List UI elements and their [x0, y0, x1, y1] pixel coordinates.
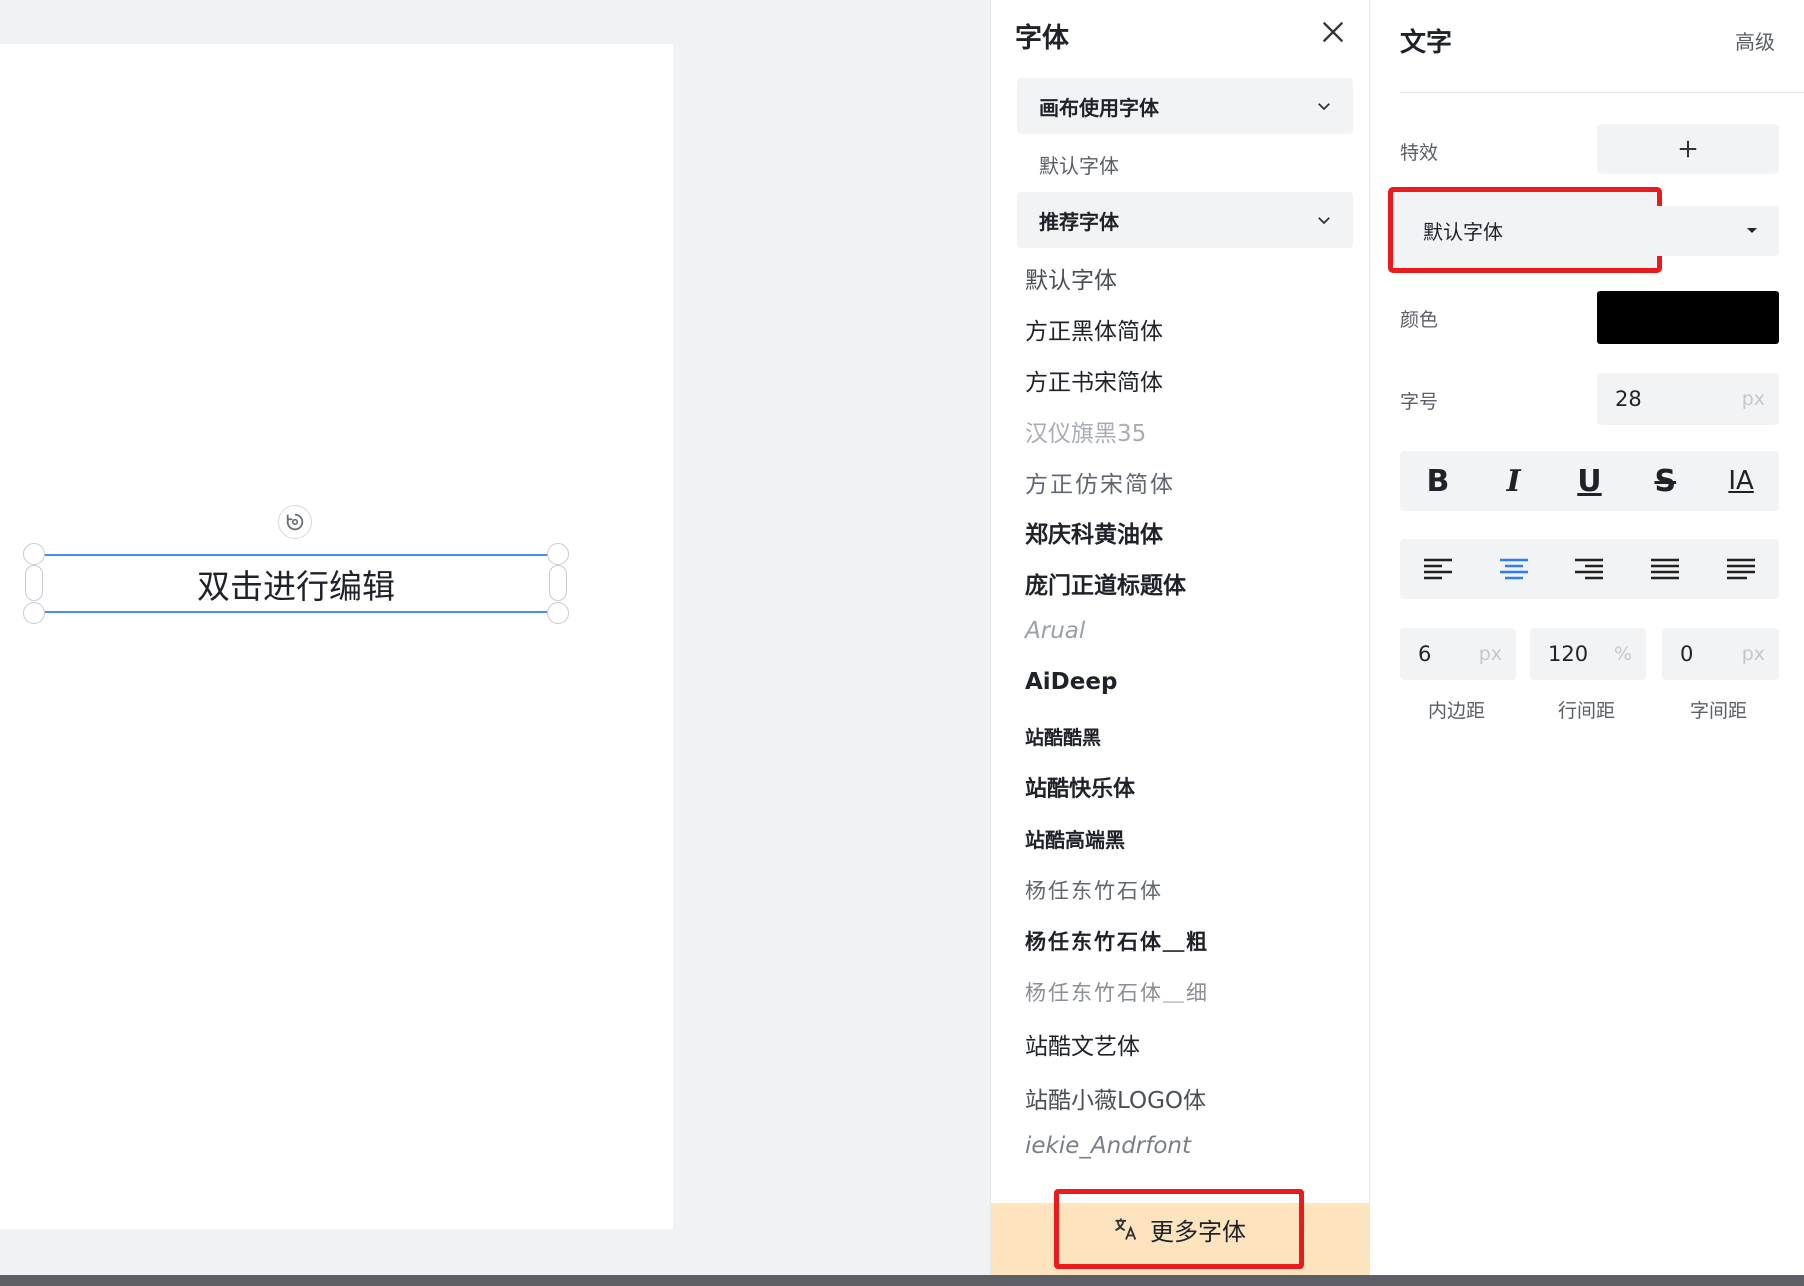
- padding-input[interactable]: 6 px: [1400, 628, 1516, 680]
- resize-handle-bottom-left[interactable]: [23, 602, 45, 624]
- font-item[interactable]: 站酷快乐体: [1025, 771, 1135, 803]
- font-item[interactable]: 杨任东竹石体＿粗: [1025, 926, 1209, 956]
- group-label: 推荐字体: [1039, 209, 1119, 234]
- text-property-panel: 文字 高级 特效 默认字体 颜色 字号 28 px B I U S IA 6 p…: [1370, 0, 1804, 1275]
- caret-down-icon: [1747, 228, 1757, 233]
- font-item[interactable]: 郑庆科黄油体: [1025, 515, 1163, 549]
- rotate-icon: [286, 513, 304, 531]
- align-distribute-button[interactable]: [1719, 547, 1763, 591]
- text-direction-icon: IA: [1728, 466, 1754, 496]
- font-item[interactable]: Arual: [1025, 618, 1085, 644]
- font-panel-title: 字体: [1015, 23, 1069, 54]
- canvas-area: 双击进行编辑: [0, 0, 990, 1275]
- group-recommended-fonts[interactable]: 推荐字体: [1017, 192, 1353, 248]
- font-item[interactable]: 默认字体: [1039, 150, 1119, 179]
- font-item[interactable]: 站酷小薇LOGO体: [1025, 1081, 1206, 1115]
- rotate-handle[interactable]: [278, 505, 312, 539]
- divider: [1400, 92, 1804, 93]
- chevron-down-icon: [1318, 103, 1330, 111]
- underline-button[interactable]: U: [1567, 459, 1611, 503]
- text-direction-button[interactable]: IA: [1719, 459, 1763, 503]
- selected-text-box[interactable]: 双击进行编辑: [34, 554, 558, 613]
- resize-handle-right[interactable]: [549, 565, 567, 601]
- line-height-unit: %: [1613, 643, 1632, 665]
- line-height-label: 行间距: [1558, 700, 1616, 722]
- align-justify-button[interactable]: [1643, 547, 1687, 591]
- font-item[interactable]: 杨任东竹石体＿细: [1025, 977, 1209, 1007]
- italic-icon: I: [1506, 463, 1521, 499]
- size-label: 字号: [1400, 391, 1439, 413]
- more-fonts-label: 更多字体: [1150, 1217, 1246, 1246]
- line-height-value: 120: [1548, 642, 1589, 666]
- font-item[interactable]: 庞门正道标题体: [1025, 566, 1186, 600]
- advanced-link[interactable]: 高级: [1735, 26, 1775, 55]
- font-item[interactable]: 汉仪旗黑35: [1025, 414, 1146, 448]
- group-label: 画布使用字体: [1039, 95, 1159, 120]
- font-size-input[interactable]: 28 px: [1597, 373, 1779, 425]
- font-item[interactable]: 方正仿宋简体: [1025, 465, 1175, 499]
- letter-spacing-label: 字间距: [1690, 700, 1748, 722]
- font-item[interactable]: iekie_Andrfont: [1025, 1133, 1191, 1159]
- font-item[interactable]: AiDeep: [1025, 669, 1117, 695]
- plus-icon: [1679, 140, 1697, 158]
- canvas-page[interactable]: 双击进行编辑: [0, 44, 673, 1229]
- text-align-toolbar: [1400, 539, 1779, 599]
- bold-button[interactable]: B: [1416, 459, 1460, 503]
- close-icon: [1323, 22, 1343, 42]
- close-button[interactable]: [1317, 16, 1349, 48]
- translate-icon: [1115, 1218, 1137, 1240]
- chevron-down-icon: [1318, 217, 1330, 225]
- font-item[interactable]: 方正书宋简体: [1025, 363, 1163, 397]
- add-effect-button[interactable]: [1597, 124, 1779, 174]
- font-size-unit: px: [1741, 388, 1765, 410]
- padding-unit: px: [1478, 643, 1502, 665]
- effects-label: 特效: [1400, 142, 1439, 164]
- font-size-value: 28: [1615, 387, 1642, 411]
- align-left-button[interactable]: [1416, 547, 1460, 591]
- resize-handle-top-left[interactable]: [23, 543, 45, 565]
- font-panel: 字体 画布使用字体 默认字体 推荐字体 默认字体 方正黑体简体 方正书宋简体 汉…: [990, 0, 1370, 1275]
- group-canvas-fonts[interactable]: 画布使用字体: [1017, 78, 1353, 134]
- font-item[interactable]: 站酷文艺体: [1025, 1027, 1140, 1061]
- font-item[interactable]: 方正黑体简体: [1025, 312, 1163, 346]
- font-panel-footer: 更多字体: [991, 1189, 1369, 1275]
- align-center-button[interactable]: [1492, 547, 1536, 591]
- align-right-button[interactable]: [1567, 547, 1611, 591]
- resize-handle-left[interactable]: [25, 565, 43, 601]
- text-box-content[interactable]: 双击进行编辑: [197, 560, 395, 608]
- resize-handle-top-right[interactable]: [547, 543, 569, 565]
- font-select-dropdown[interactable]: [1597, 206, 1779, 256]
- italic-button[interactable]: I: [1492, 459, 1536, 503]
- underline-icon: U: [1577, 463, 1602, 499]
- font-item[interactable]: 站酷酷黑: [1025, 723, 1101, 750]
- letter-spacing-input[interactable]: 0 px: [1662, 628, 1779, 680]
- font-item[interactable]: 杨任东竹石体: [1025, 875, 1163, 905]
- font-select-value: 默认字体: [1423, 219, 1503, 244]
- resize-handle-bottom-right[interactable]: [547, 602, 569, 624]
- align-center-icon: [1499, 558, 1528, 580]
- bottom-bar: [0, 1275, 1804, 1286]
- color-swatch[interactable]: [1597, 291, 1779, 344]
- align-distribute-icon: [1727, 558, 1756, 580]
- more-fonts-button[interactable]: 更多字体: [1054, 1189, 1304, 1269]
- letter-spacing-unit: px: [1741, 643, 1765, 665]
- align-left-icon: [1423, 558, 1452, 580]
- font-item[interactable]: 站酷高端黑: [1025, 824, 1125, 853]
- padding-value: 6: [1418, 642, 1432, 666]
- bold-icon: B: [1426, 463, 1450, 499]
- panel-title: 文字: [1400, 28, 1453, 58]
- line-height-input[interactable]: 120 %: [1530, 628, 1646, 680]
- padding-label: 内边距: [1428, 700, 1486, 722]
- letter-spacing-value: 0: [1680, 642, 1694, 666]
- strikethrough-icon: S: [1654, 463, 1677, 499]
- text-style-toolbar: B I U S IA: [1400, 451, 1779, 511]
- color-label: 颜色: [1400, 309, 1439, 331]
- strikethrough-button[interactable]: S: [1643, 459, 1687, 503]
- align-right-icon: [1575, 558, 1604, 580]
- font-item[interactable]: 默认字体: [1025, 261, 1117, 295]
- align-justify-icon: [1651, 558, 1680, 580]
